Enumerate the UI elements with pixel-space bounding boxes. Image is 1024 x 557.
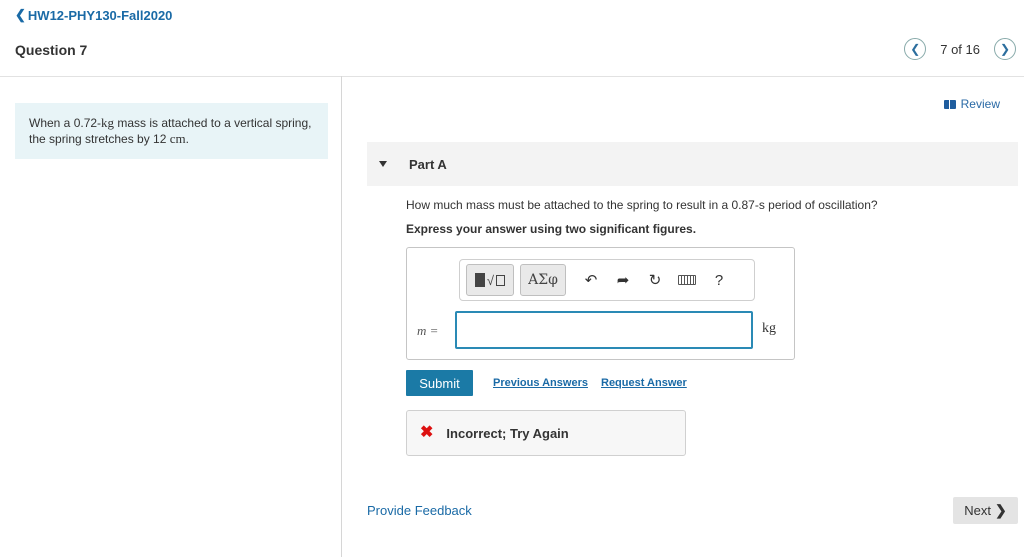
chevron-left-icon: ❮ xyxy=(910,42,921,56)
keyboard-shape xyxy=(678,275,696,285)
book-icon xyxy=(943,99,956,109)
request-answer-link[interactable]: Request Answer xyxy=(601,377,687,389)
review-link[interactable]: Review xyxy=(943,97,1000,111)
undo-icon[interactable]: ↶ xyxy=(578,267,604,293)
previous-question-button[interactable]: ❮ xyxy=(904,38,927,60)
question-pager: ❮ 7 of 16 ❯ xyxy=(904,38,1016,60)
variable-label: m = xyxy=(417,323,439,338)
prompt-text-3: . xyxy=(185,132,189,146)
feedback-text: Incorrect; Try Again xyxy=(446,425,569,441)
answer-unit: kg xyxy=(762,321,776,336)
part-label: Part A xyxy=(409,156,447,172)
template-box-icon xyxy=(496,274,506,286)
submit-button[interactable]: Submit xyxy=(406,370,473,396)
part-instruction: Express your answer using two significan… xyxy=(406,222,697,236)
greek-symbols-button[interactable]: ΑΣφ xyxy=(520,264,566,296)
question-title: Question 7 xyxy=(15,42,88,58)
x-icon: ✖ xyxy=(420,424,434,441)
assignment-title: HW12-PHY130-Fall2020 xyxy=(27,7,173,23)
chevron-left-icon: ❮ xyxy=(15,7,26,22)
prompt-text: When a 0.72- xyxy=(29,116,102,130)
chevron-right-icon: ❯ xyxy=(999,42,1011,56)
sqrt-icon: √ xyxy=(486,272,495,288)
answer-area: √ ΑΣφ ↶ ➦ ↻ ? m = kg xyxy=(406,247,795,360)
collapse-triangle-icon xyxy=(379,161,387,167)
unit-cm: cm xyxy=(169,131,186,146)
part-a-header[interactable]: Part A xyxy=(367,142,1018,186)
next-label: Next xyxy=(964,503,991,518)
column-divider xyxy=(341,76,342,557)
help-icon[interactable]: ? xyxy=(706,267,732,293)
header-divider xyxy=(0,76,1024,77)
provide-feedback-link[interactable]: Provide Feedback xyxy=(367,503,472,518)
redo-icon[interactable]: ➦ xyxy=(610,267,636,293)
answer-input[interactable] xyxy=(455,311,753,349)
page-count: 7 of 16 xyxy=(940,41,980,57)
previous-answers-link[interactable]: Previous Answers xyxy=(493,377,588,389)
back-to-assignment-link[interactable]: ❮ HW12-PHY130-Fall2020 xyxy=(15,7,172,23)
chevron-right-icon: ❯ xyxy=(995,502,1007,518)
part-question: How much mass must be attached to the sp… xyxy=(406,198,878,212)
math-toolbar: √ ΑΣφ ↶ ➦ ↻ ? xyxy=(459,259,755,301)
problem-statement: When a 0.72-kg mass is attached to a ver… xyxy=(15,103,328,159)
reset-icon[interactable]: ↻ xyxy=(642,267,668,293)
feedback-message: ✖ Incorrect; Try Again xyxy=(406,410,686,456)
next-button[interactable]: Next ❯ xyxy=(953,497,1018,524)
review-label: Review xyxy=(960,97,1000,111)
unit-kg: kg xyxy=(101,115,115,130)
template-block-icon xyxy=(474,273,485,287)
keyboard-icon[interactable] xyxy=(674,267,700,293)
templates-button[interactable]: √ xyxy=(466,264,514,296)
next-question-button[interactable]: ❯ xyxy=(994,38,1016,60)
